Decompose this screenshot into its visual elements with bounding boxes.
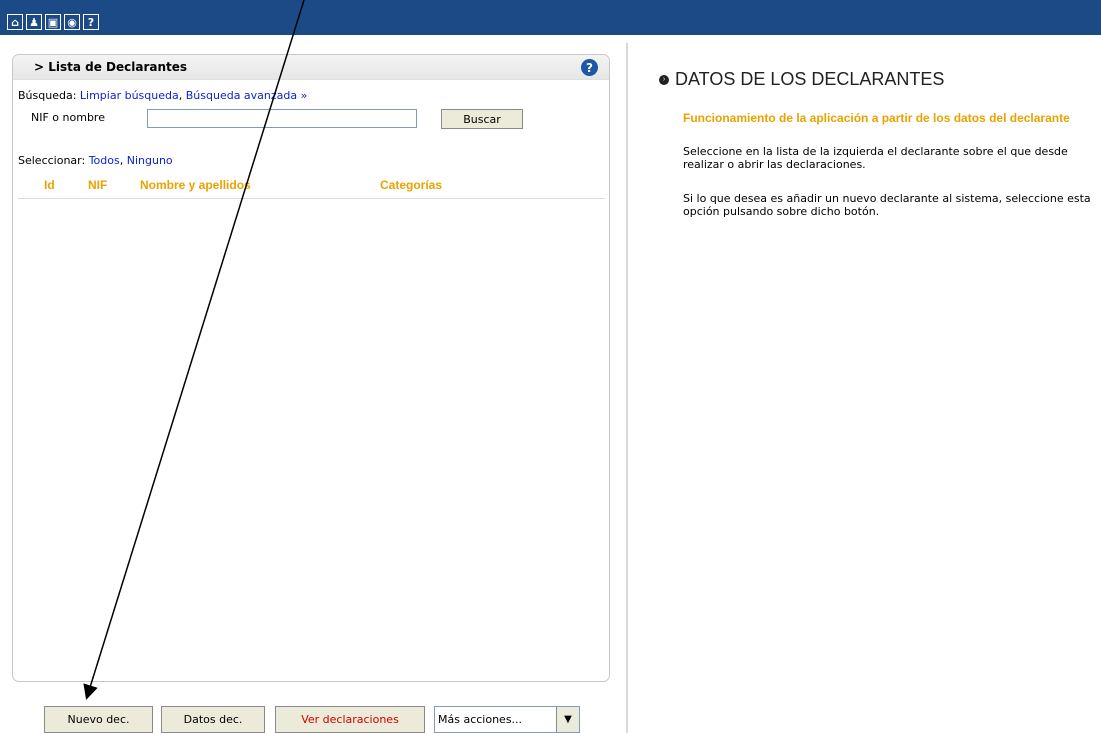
column-header-name[interactable]: Nombre y apellidos [140, 178, 251, 192]
search-button[interactable]: Buscar [441, 109, 523, 129]
search-label: Búsqueda: [18, 89, 80, 102]
select-none-link[interactable]: Ninguno [127, 154, 173, 167]
bullet-icon: › [659, 74, 669, 85]
chevron-down-icon[interactable]: ▼ [556, 707, 579, 732]
column-header-nif[interactable]: NIF [88, 178, 107, 192]
panel-title: > Lista de Declarantes [34, 60, 188, 74]
select-row: Seleccionar: Todos, Ninguno [18, 154, 173, 167]
clear-search-link[interactable]: Limpiar búsqueda [80, 89, 179, 102]
top-toolbar: ⌂ ♟ ▣ ◉ ? [0, 0, 1101, 35]
select-separator: , [119, 154, 127, 167]
search-separator: , [178, 89, 186, 102]
new-declarant-button[interactable]: Nuevo dec. [44, 706, 153, 733]
nif-label: NIF o nombre [31, 111, 105, 124]
panel-header: > Lista de Declarantes ? [13, 55, 609, 80]
info-paragraph-1: Seleccione en la lista de la izquierda e… [683, 145, 1068, 171]
help-icon[interactable]: ? [83, 14, 99, 30]
globe-icon[interactable]: ◉ [64, 14, 80, 30]
select-all-link[interactable]: Todos [89, 154, 120, 167]
search-row: Búsqueda: Limpiar búsqueda, Búsqueda ava… [18, 89, 307, 102]
advanced-search-link[interactable]: Búsqueda avanzada » [186, 89, 308, 102]
user-icon[interactable]: ♟ [26, 14, 42, 30]
help-icon[interactable]: ? [581, 59, 598, 76]
more-actions-select[interactable]: Más acciones... ▼ [434, 706, 580, 733]
column-header-categories[interactable]: Categorías [380, 178, 442, 192]
declarants-panel: > Lista de Declarantes ? [12, 54, 610, 682]
shield-icon[interactable]: ▣ [45, 14, 61, 30]
nif-input[interactable] [147, 109, 417, 128]
column-header-id[interactable]: Id [44, 178, 55, 192]
home-icon[interactable]: ⌂ [7, 14, 23, 30]
vertical-divider [626, 43, 628, 733]
table-header-divider [18, 198, 605, 199]
info-paragraph-2: Si lo que desea es añadir un nuevo decla… [683, 192, 1091, 218]
section-title-text: DATOS DE LOS DECLARANTES [675, 69, 945, 89]
section-title: › DATOS DE LOS DECLARANTES [659, 69, 944, 90]
view-declarations-button[interactable]: Ver declaraciones [275, 706, 425, 733]
select-label: Seleccionar: [18, 154, 89, 167]
section-subtitle: Funcionamiento de la aplicación a partir… [683, 111, 1070, 125]
more-actions-value: Más acciones... [438, 713, 523, 726]
declarant-data-button[interactable]: Datos dec. [161, 706, 265, 733]
